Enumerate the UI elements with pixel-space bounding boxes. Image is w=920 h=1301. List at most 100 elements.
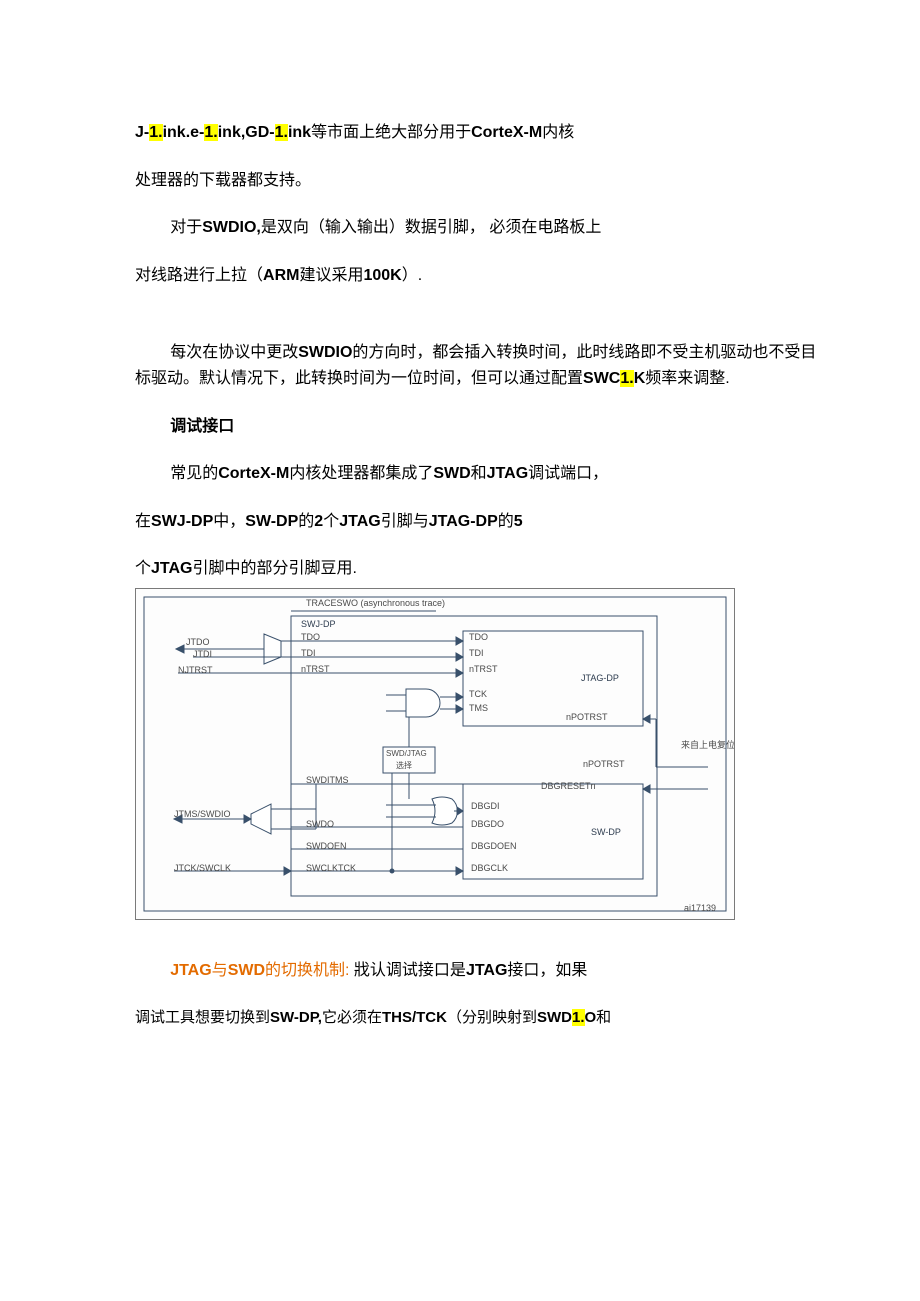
text: 是双向（输入输出）数据引脚， 必须在电路板上 [261,219,601,236]
text: SWDIO [298,344,352,361]
paragraph-11: 调试工具想要切换到SW-DP,它必须在THS/TCK（分别映射到SWD1.O和 [135,1006,830,1030]
text: （分别映射到 [447,1009,537,1026]
text: 对于 [170,219,202,236]
label-dbgreset: DBGRESETn [541,781,596,791]
label-tdo: TDO [301,632,320,642]
label-dbgdo: DBGDO [471,819,504,829]
text-orange: JTAG [170,962,211,979]
text: 对线路进行上拉（ [135,267,263,284]
text: CorteX-M [218,465,289,482]
label-tck: TCK [469,689,487,699]
text: 中， [213,513,245,530]
text: 处理器的下载器都支持。 [135,172,311,189]
text: CorteX-M [471,124,542,141]
paragraph-8: 在SWJ-DP中，SW-DP的2个JTAG引脚与JTAG-DP的5 [135,509,830,535]
text: 频率来调整. [645,370,729,387]
text: 内核处理器都集成了 [289,465,433,482]
paragraph-10: JTAG与SWD的切换机制: 戕认调试接口是JTAG接口，如果 [135,958,830,984]
text: JTAG-DP [429,513,498,530]
highlight: 1. [620,370,633,387]
label-from-reset: 来自上电复位 [681,741,711,751]
label-jtck-swclk: JTCK/SWCLK [174,863,231,873]
text: SWC [583,370,620,387]
label-tms: TMS [469,703,488,713]
text: JTAG [339,513,380,530]
text: SW-DP, [270,1009,322,1026]
paragraph-7: 常见的CorteX-M内核处理器都集成了SWD和JTAG调试端口， [135,461,830,487]
text-orange: SWD [228,962,265,979]
text: ）. [402,267,422,284]
highlight: 1. [149,124,162,141]
text: 调试工具想要切换到 [135,1009,270,1026]
heading-debug-interface: 调试接口 [135,414,830,440]
text: K [634,370,646,387]
text: 的 [298,513,314,530]
text: 在 [135,513,151,530]
spacer [135,928,830,958]
text: O [585,1009,597,1026]
label-tdi: TDI [301,648,316,658]
text: 接口，如果 [507,962,587,979]
label-to-tdo: TDO [469,632,488,642]
highlight: 1. [204,124,217,141]
text: 100K [363,267,401,284]
text: 内核 [542,124,574,141]
text: 调试端口， [528,465,608,482]
label-dbgdoen: DBGDOEN [471,841,517,851]
text: JTAG [466,962,507,979]
highlight: 1. [572,1009,585,1026]
label-to-tdi: TDI [469,648,484,658]
label-select-cn: 选择 [396,760,412,771]
paragraph-3: 对于SWDIO,是双向（输入输出）数据引脚， 必须在电路板上 [135,215,830,241]
label-ntrst: nTRST [301,664,330,674]
label-jtag-dp: JTAG-DP [581,673,619,683]
document-page: J-1.ink.e-1.ink,GD-1.ink等市面上绝大部分用于CorteX… [0,0,920,1301]
diagram-container: TRACESWO (asynchronous trace) SWJ-DP JTD… [135,586,830,928]
label-swditms: SWDITMS [306,775,349,785]
text: ink [288,124,311,141]
label-select: SWD/JTAG [386,749,427,758]
paragraph-1: J-1.ink.e-1.ink,GD-1.ink等市面上绝大部分用于CorteX… [135,120,830,146]
label-njtrst: NJTRST [178,665,213,675]
label-swdo: SWDO [306,819,334,829]
paragraph-4: 对线路进行上拉（ARM建议采用100K）. [135,263,830,289]
paragraph-2: 处理器的下载器都支持。 [135,168,830,194]
text: J- [135,124,149,141]
label-dbgclk: DBGCLK [471,863,508,873]
label-dbgdi: DBGDI [471,801,500,811]
label-traceswo: TRACESWO (asynchronous trace) [306,598,445,608]
label-swdoen: SWDOEN [306,841,347,851]
text: 5 [514,513,523,530]
text: 建议采用 [299,267,363,284]
text: 它必须在 [322,1009,382,1026]
label-sw-dp: SW-DP [591,827,621,837]
text: SWDIO, [202,219,261,236]
text: ink.e- [163,124,205,141]
text: 2 [314,513,323,530]
spacer [135,310,830,340]
text: 引脚中的部分引脚豆用. [193,560,357,577]
text-orange: 与 [212,962,228,979]
label-figure-id: ai17139 [684,903,716,913]
highlight: 1. [275,124,288,141]
text: 的 [498,513,514,530]
text: THS/TCK [382,1009,447,1026]
text: SWD [537,1009,572,1026]
text: 个 [135,560,151,577]
text: ARM [263,267,299,284]
text: 和 [596,1009,611,1026]
label-jtdi: JTDI [193,649,212,659]
text: 等市面上绝大部分用于 [311,124,471,141]
label-npotrst2: nPOTRST [583,759,625,769]
text: 戕认调试接口是 [354,962,466,979]
text: SWD [433,465,470,482]
label-swclktck: SWCLKTCK [306,863,356,873]
text: SWJ-DP [151,513,213,530]
text: 每次在协议中更改 [170,344,298,361]
text: 个 [323,513,339,530]
label-to-ntrst: nTRST [469,664,498,674]
text: 调试接口 [170,418,234,435]
paragraph-5: 每次在协议中更改SWDIO的方向时，都会插入转换时间，此时线路即不受主机驱动也不… [135,340,830,391]
text-orange: 的切换机制: [265,962,349,979]
text: JTAG [487,465,528,482]
